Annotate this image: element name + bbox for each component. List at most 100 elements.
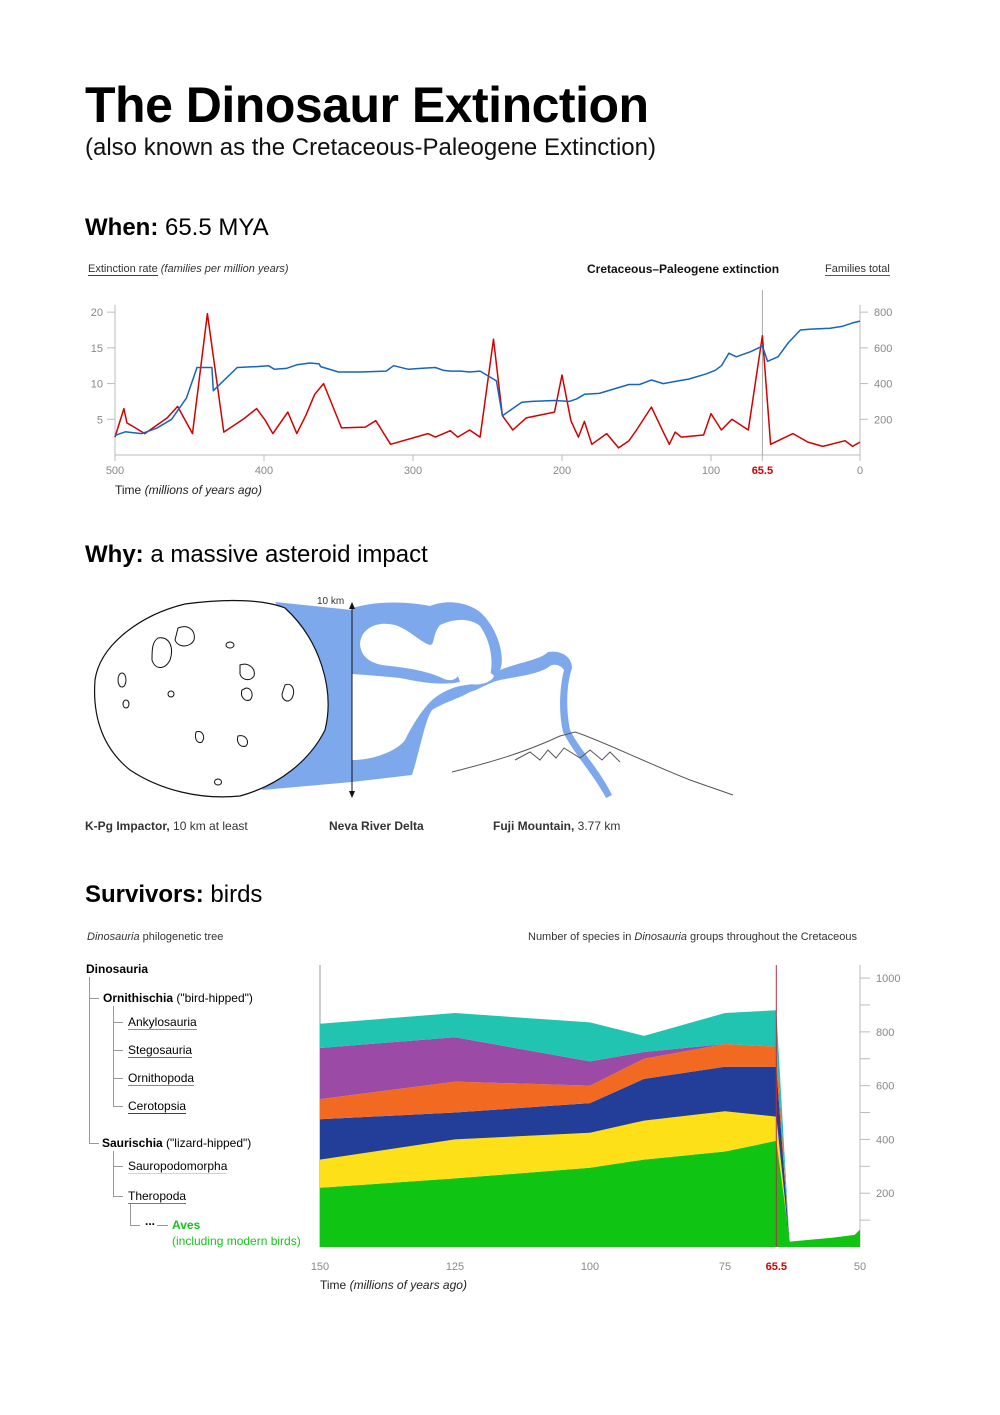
chart1-x-tick-label: 400	[255, 465, 273, 477]
chart2-x-axis-note: (millions of years ago)	[349, 1278, 467, 1292]
tree-branch-ornithischia	[89, 998, 99, 999]
chart2-x-axis-title: Time (millions of years ago)	[320, 1278, 467, 1292]
extinction-rate-legend-note: (families per million years)	[160, 263, 289, 275]
chart2-x-tick-label: 50	[854, 1261, 866, 1273]
chart2-y-tick-label: 400	[876, 1134, 894, 1146]
tree-branch-aves-2	[157, 1225, 168, 1226]
tree-caption-italic: Dinosauria	[87, 931, 140, 943]
page-subtitle: (also known as the Cretaceous-Paleogene …	[85, 134, 656, 161]
tree-branch-ornithopoda	[113, 1078, 123, 1079]
tree-node-ornithischia-name: Ornithischia	[103, 991, 174, 1005]
chart1-right-tick-label: 800	[874, 307, 892, 319]
species-caption-italic: Dinosauria	[634, 931, 687, 943]
fuji-mountain-outline	[451, 731, 734, 796]
tree-line-saurischia	[113, 1151, 114, 1196]
tree-node-ornithischia: Ornithischia ("bird-hipped")	[103, 991, 253, 1005]
why-label: Why:	[85, 541, 144, 568]
families-total-legend-label: Families total	[825, 263, 890, 276]
chart1-x-tick-label: 100	[702, 465, 720, 477]
chart2-x-tick-label: 150	[311, 1261, 329, 1273]
impactor-caption-rest: 10 km at least	[173, 819, 248, 833]
chart2-y-tick-label: 800	[876, 1027, 894, 1039]
tree-node-stegosauria: Stegosauria	[128, 1043, 193, 1058]
tree-branch-theropoda	[113, 1196, 123, 1197]
neva-river-delta	[352, 602, 612, 798]
chart2-x-tick-label: 125	[446, 1261, 464, 1273]
chart2-x-axis-label: Time	[320, 1278, 347, 1292]
chart1-left-tick-label: 15	[91, 343, 103, 355]
tree-node-dinosauria: Dinosauria	[86, 962, 149, 976]
impactor-caption-bold: K-Pg Impactor,	[85, 819, 170, 833]
chart1-x-axis-note: (millions of years ago)	[144, 483, 262, 497]
scale-arrow-head-bottom	[349, 791, 355, 798]
extinction-line-chart: 5 10 15 20 200 400 600 800 500 400 300 200 100 65.5 0	[91, 290, 892, 477]
chart1-x-axis-label: Time	[115, 483, 142, 497]
tree-node-sauropodomorpha: Sauropodomorpha	[128, 1159, 228, 1174]
tree-node-saurischia-note: ("lizard-hipped")	[166, 1136, 252, 1150]
survivors-value: birds	[210, 881, 263, 908]
chart1-x-tick-label: 65.5	[752, 465, 773, 477]
when-value: 65.5 MYA	[164, 214, 269, 241]
tree-node-aves: Aves	[172, 1218, 201, 1232]
scale-arrow-head-top	[349, 602, 355, 609]
species-chart-caption: Number of species in Dinosauria groups t…	[528, 931, 857, 943]
tree-caption: Dinosauria philogenetic tree	[87, 931, 223, 943]
tree-node-aves-note: (including modern birds)	[172, 1234, 301, 1248]
chart2-x-tick-label: 75	[719, 1261, 731, 1273]
chart1-right-tick-label: 200	[874, 414, 892, 426]
tree-node-saurischia: Saurischia ("lizard-hipped")	[102, 1136, 251, 1150]
tree-node-ornithopoda: Ornithopoda	[128, 1071, 195, 1086]
scale-label: 10 km	[317, 596, 345, 607]
chart2-x-tick-label: 65.5	[766, 1261, 787, 1273]
k-pg-marker-label: Cretaceous–Paleogene extinction	[587, 262, 780, 276]
why-heading: Why: a massive asteroid impact	[85, 541, 428, 569]
chart2-y-tick-label: 1000	[876, 973, 900, 985]
tree-node-ellipsis: ...	[145, 1214, 156, 1228]
page-title: The Dinosaur Extinction	[85, 77, 649, 133]
chart1-x-tick-label: 0	[857, 465, 863, 477]
chart1-left-tick-label: 10	[91, 379, 103, 391]
tree-branch-cerotopsia	[113, 1106, 123, 1107]
extinction-rate-line	[114, 312, 861, 449]
fuji-caption: Fuji Mountain, 3.77 km	[493, 819, 620, 833]
impactor-caption: K-Pg Impactor, 10 km at least	[85, 819, 248, 833]
why-value: a massive asteroid impact	[150, 541, 428, 568]
chart1-x-axis-title: Time (millions of years ago)	[115, 483, 262, 497]
chart1-x-tick-label: 300	[404, 465, 422, 477]
chart1-right-tick-label: 600	[874, 343, 892, 355]
families-total-legend: Families total	[825, 263, 890, 276]
impact-scale-diagram	[93, 599, 734, 798]
tree-node-theropoda: Theropoda	[128, 1189, 187, 1204]
tree-line-theropoda	[130, 1204, 131, 1225]
chart1-right-tick-label: 400	[874, 379, 892, 391]
tree-node-saurischia-name: Saurischia	[102, 1136, 163, 1150]
tree-node-ankylosauria: Ankylosauria	[128, 1015, 197, 1030]
tree-line-root-2	[89, 1121, 90, 1143]
survivors-heading: Survivors: birds	[85, 881, 262, 909]
species-caption-pre: Number of species in	[528, 931, 632, 943]
chart2-x-tick-label: 100	[581, 1261, 599, 1273]
tree-node-ornithischia-note: ("bird-hipped")	[176, 991, 253, 1005]
tree-branch-aves	[130, 1225, 140, 1226]
tree-branch-saurischia	[89, 1143, 99, 1144]
tree-branch-sauropodomorpha	[113, 1166, 123, 1167]
extinction-rate-legend: Extinction rate (families per million ye…	[88, 263, 289, 276]
asteroid-outline	[93, 599, 329, 798]
tree-node-cerotopsia: Cerotopsia	[128, 1099, 187, 1114]
when-heading: When: 65.5 MYA	[85, 214, 269, 242]
chart1-x-tick-label: 200	[553, 465, 571, 477]
tree-caption-rest: philogenetic tree	[142, 931, 224, 943]
species-caption-post: groups throughout the Cretaceous	[690, 931, 857, 943]
survivors-label: Survivors:	[85, 881, 204, 908]
fuji-caption-bold: Fuji Mountain,	[493, 819, 575, 833]
chart2-y-tick-label: 200	[876, 1188, 894, 1200]
tree-branch-stegosauria	[113, 1050, 123, 1051]
fuji-caption-rest: 3.77 km	[577, 819, 621, 833]
tree-line-ornithischia	[113, 1006, 114, 1106]
extinction-rate-legend-label: Extinction rate	[88, 263, 158, 276]
fuji-snowcap	[514, 747, 621, 763]
when-label: When:	[85, 214, 159, 241]
chart1-x-tick-label: 500	[106, 465, 124, 477]
tree-branch-ankylosauria	[113, 1022, 123, 1023]
chart1-left-tick-label: 5	[97, 414, 103, 426]
